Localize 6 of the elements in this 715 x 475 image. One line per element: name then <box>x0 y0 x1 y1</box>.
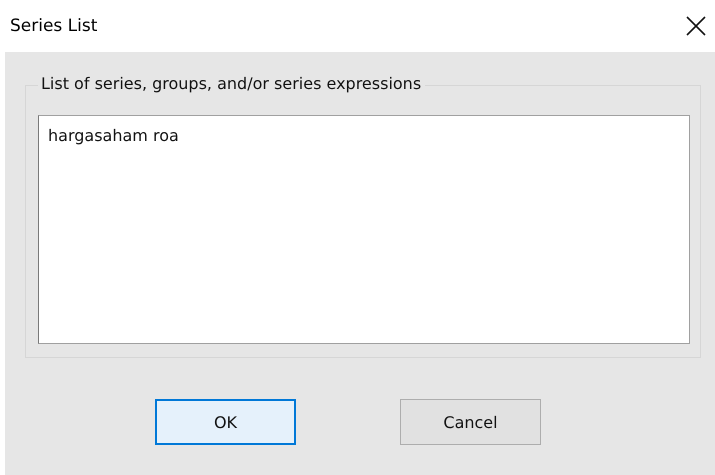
input-field[interactable]: hargasaham roa <box>38 115 690 344</box>
close-icon[interactable] <box>685 15 707 37</box>
group-label: List of series, groups, and/or series expressions <box>38 74 426 93</box>
ok-button[interactable]: OK <box>155 399 296 445</box>
window-title: Series List <box>10 16 98 36</box>
cancel-button[interactable]: Cancel <box>400 399 541 445</box>
